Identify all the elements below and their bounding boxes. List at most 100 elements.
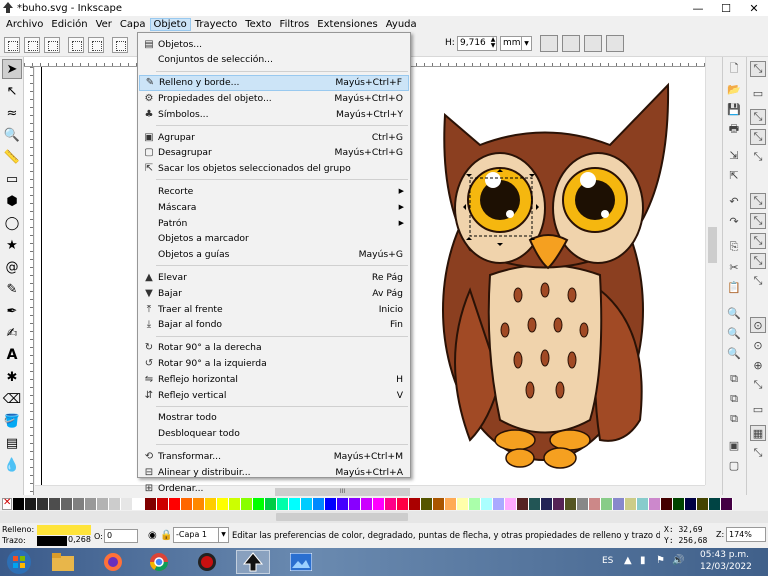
snap-bbox-corners-icon[interactable]: ⤡: [750, 129, 766, 145]
menu-item-20[interactable]: ⤒ Traer al frente Inicio: [139, 301, 409, 317]
menu-item-19[interactable]: ▼ Bajar Av Pág: [139, 285, 409, 301]
start-button[interactable]: [2, 550, 36, 574]
snap-centers-icon[interactable]: ⊙: [750, 337, 766, 353]
menu-item-14[interactable]: Patrón ▶: [139, 215, 409, 231]
color-swatch[interactable]: [97, 498, 109, 510]
eye-icon[interactable]: ◉: [148, 530, 157, 541]
menu-ver[interactable]: Ver: [92, 18, 116, 31]
rectangle-tool-icon[interactable]: ▭: [2, 169, 22, 189]
menu-archivo[interactable]: Archivo: [2, 18, 47, 31]
menu-extensiones[interactable]: Extensiones: [313, 18, 381, 31]
color-swatch[interactable]: [565, 498, 577, 510]
undo-icon[interactable]: ↶: [726, 193, 742, 209]
calligraphy-tool-icon[interactable]: ✍: [2, 323, 22, 343]
color-swatch[interactable]: [385, 498, 397, 510]
snap-text-baseline-icon[interactable]: ⤡: [750, 377, 766, 393]
spiral-tool-icon[interactable]: @: [2, 257, 22, 277]
menu-item-28[interactable]: Mostrar todo: [139, 410, 409, 426]
menu-capa[interactable]: Capa: [116, 18, 150, 31]
color-swatch[interactable]: [685, 498, 697, 510]
vertical-scrollbar[interactable]: [705, 57, 718, 485]
tweak-tool-icon[interactable]: ≈: [2, 103, 22, 123]
text-tool-icon[interactable]: A: [2, 345, 22, 365]
explorer-taskbar-icon[interactable]: [46, 550, 80, 574]
close-button[interactable]: ✕: [740, 0, 768, 16]
no-paint-swatch[interactable]: [2, 497, 12, 510]
color-swatch[interactable]: [337, 498, 349, 510]
color-swatch[interactable]: [433, 498, 445, 510]
zoom-selection-icon[interactable]: 🔍: [726, 305, 742, 321]
flip-button[interactable]: [112, 37, 128, 53]
color-swatch[interactable]: [721, 498, 733, 510]
menu-item-6[interactable]: ♣ Símbolos... Mayús+Ctrl+Y: [139, 106, 409, 122]
color-swatch[interactable]: [157, 498, 169, 510]
color-swatch[interactable]: [481, 498, 493, 510]
menu-item-15[interactable]: Objetos a marcador: [139, 231, 409, 247]
stroke-width-value[interactable]: 0,268: [68, 535, 91, 544]
menu-item-8[interactable]: ▣ Agrupar Ctrl+G: [139, 129, 409, 145]
3dbox-tool-icon[interactable]: ⬢: [2, 191, 22, 211]
color-swatch[interactable]: [193, 498, 205, 510]
color-swatch[interactable]: [589, 498, 601, 510]
snap-bbox-midpoints-icon[interactable]: ⤡: [750, 149, 766, 165]
color-swatch[interactable]: [25, 498, 37, 510]
menu-item-4[interactable]: ✎ Relleno y borde... Mayús+Ctrl+F: [139, 74, 409, 91]
color-swatch[interactable]: [301, 498, 313, 510]
save-icon[interactable]: 💾: [726, 101, 742, 117]
group-icon[interactable]: ▣: [726, 437, 742, 453]
rotate-ccw-button[interactable]: [68, 37, 84, 53]
palette-scrollbar[interactable]: [0, 511, 768, 523]
snap-grid-icon[interactable]: ▦: [750, 425, 766, 441]
menu-item-23[interactable]: ↻ Rotar 90° a la derecha: [139, 340, 409, 356]
menu-ayuda[interactable]: Ayuda: [382, 18, 421, 31]
color-swatch[interactable]: [505, 498, 517, 510]
menu-item-16[interactable]: Objetos a guías Mayús+G: [139, 247, 409, 263]
spray-tool-icon[interactable]: ✱: [2, 367, 22, 387]
show-hidden-icons-icon[interactable]: ▲: [624, 555, 632, 566]
menu-item-33[interactable]: ⊞ Ordenar...: [139, 480, 409, 496]
menu-item-25[interactable]: ⇋ Reflejo horizontal H: [139, 371, 409, 387]
unit-select[interactable]: mm ▼: [500, 36, 532, 51]
new-document-icon[interactable]: 🗋: [726, 61, 742, 77]
snap-midpoints-icon[interactable]: ⊙: [750, 317, 766, 333]
menu-item-26[interactable]: ⇵ Reflejo vertical V: [139, 387, 409, 403]
inkscape-taskbar-icon[interactable]: [236, 550, 270, 574]
scale-corners-button[interactable]: [562, 35, 580, 52]
menu-item-9[interactable]: ▢ Desagrupar Mayús+Ctrl+G: [139, 145, 409, 161]
color-swatch[interactable]: [181, 498, 193, 510]
color-swatch[interactable]: [109, 498, 121, 510]
move-gradients-button[interactable]: [584, 35, 602, 52]
opacity-field[interactable]: 0: [104, 529, 138, 543]
select-all-layers-button[interactable]: [24, 37, 40, 53]
menu-item-10[interactable]: ⇱ Sacar los objetos seleccionados del gru…: [139, 161, 409, 177]
fill-indicator[interactable]: [37, 525, 91, 535]
maximize-button[interactable]: ☐: [712, 0, 740, 16]
layer-select[interactable]: -Capa 1 ▼: [173, 527, 229, 543]
paint-bucket-tool-icon[interactable]: 🪣: [2, 411, 22, 431]
color-swatch[interactable]: [349, 498, 361, 510]
scale-stroke-button[interactable]: [540, 35, 558, 52]
color-swatch[interactable]: [649, 498, 661, 510]
zoom-drawing-icon[interactable]: 🔍: [726, 325, 742, 341]
language-indicator[interactable]: ES: [602, 556, 613, 566]
color-swatch[interactable]: [13, 498, 25, 510]
snap-nodes-icon[interactable]: ⤡: [750, 193, 766, 209]
color-swatch[interactable]: [709, 498, 721, 510]
snap-cusp-nodes-icon[interactable]: ⤡: [750, 253, 766, 269]
color-swatch[interactable]: [205, 498, 217, 510]
color-swatch[interactable]: [397, 498, 409, 510]
unlink-clone-icon[interactable]: ⧉: [726, 411, 742, 427]
clone-icon[interactable]: ⧉: [726, 391, 742, 407]
color-swatch[interactable]: [85, 498, 97, 510]
menu-item-21[interactable]: ⤓ Bajar al fondo Fin: [139, 317, 409, 333]
cut-icon[interactable]: ✂: [726, 259, 742, 275]
deselect-button[interactable]: [44, 37, 60, 53]
zoom-field[interactable]: 174%: [726, 527, 766, 542]
snap-bbox-icon[interactable]: ▭: [750, 85, 766, 101]
color-swatch[interactable]: [241, 498, 253, 510]
select-all-button[interactable]: [4, 37, 20, 53]
snap-rotation-center-icon[interactable]: ⊕: [750, 357, 766, 373]
menu-texto[interactable]: Texto: [241, 18, 275, 31]
copy-icon[interactable]: ⎘: [726, 239, 742, 255]
chrome-taskbar-icon[interactable]: [142, 550, 176, 574]
